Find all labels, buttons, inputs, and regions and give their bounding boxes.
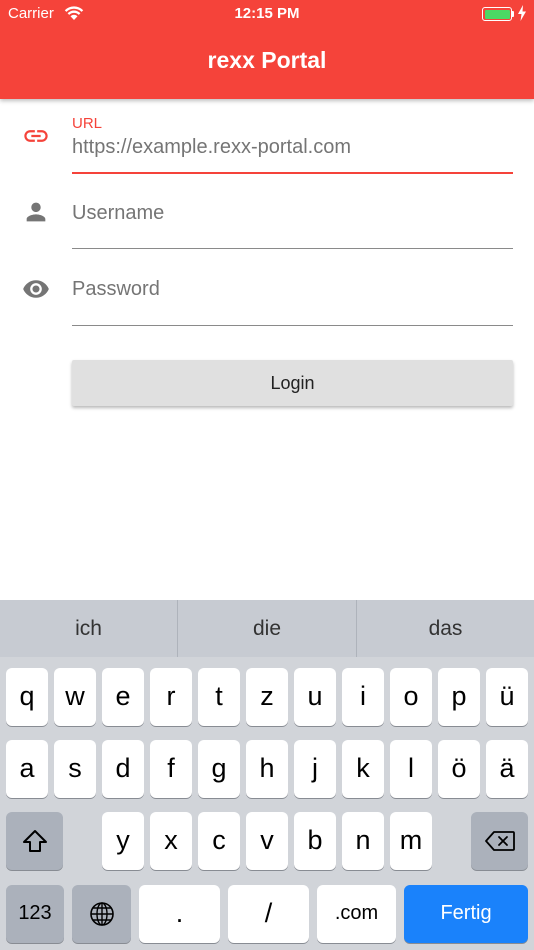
key-c[interactable]: c (198, 812, 240, 870)
key-x[interactable]: x (150, 812, 192, 870)
key-n[interactable]: n (342, 812, 384, 870)
key-o[interactable]: o (390, 668, 432, 726)
password-field[interactable]: Password (72, 276, 513, 328)
key-y[interactable]: y (102, 812, 144, 870)
key-t[interactable]: t (198, 668, 240, 726)
battery-icon (482, 7, 512, 21)
keyboard: ich die das q w e r t z u i o p ü a s d … (0, 600, 534, 950)
key-m[interactable]: m (390, 812, 432, 870)
suggestion-2[interactable]: die (178, 600, 356, 657)
shift-key[interactable] (6, 812, 63, 870)
key-p[interactable]: p (438, 668, 480, 726)
globe-key[interactable] (72, 885, 131, 943)
key-j[interactable]: j (294, 740, 336, 798)
person-icon (26, 202, 46, 222)
backspace-key[interactable] (471, 812, 528, 870)
key-i[interactable]: i (342, 668, 384, 726)
suggestion-bar: ich die das (0, 600, 534, 657)
url-label: URL (72, 115, 103, 132)
numbers-key[interactable]: 123 (6, 885, 64, 943)
period-key[interactable]: . (139, 885, 220, 943)
username-input[interactable]: Username (72, 202, 513, 225)
status-bar: Carrier 12:15 PM (0, 0, 534, 28)
username-underline (72, 248, 513, 249)
done-key[interactable]: Fertig (404, 885, 528, 943)
link-icon (24, 130, 48, 142)
eye-icon[interactable] (22, 275, 50, 303)
slash-key[interactable]: / (228, 885, 309, 943)
key-u[interactable]: u (294, 668, 336, 726)
app-bar: Carrier 12:15 PM rexx Portal (0, 0, 534, 99)
clock: 12:15 PM (234, 5, 300, 22)
key-d[interactable]: d (102, 740, 144, 798)
key-a-umlaut[interactable]: ä (486, 740, 528, 798)
shift-icon (22, 830, 47, 852)
charging-bolt-icon (518, 5, 526, 21)
globe-icon (89, 902, 114, 926)
dotcom-key[interactable]: .com (317, 885, 396, 943)
key-z[interactable]: z (246, 668, 288, 726)
key-e[interactable]: e (102, 668, 144, 726)
password-input[interactable]: Password (72, 278, 513, 301)
backspace-icon (484, 831, 515, 851)
key-g[interactable]: g (198, 740, 240, 798)
key-u-umlaut[interactable]: ü (486, 668, 528, 726)
key-l[interactable]: l (390, 740, 432, 798)
key-a[interactable]: a (6, 740, 48, 798)
page-title: rexx Portal (207, 47, 327, 73)
url-field[interactable]: URL https://example.rexx-portal.com (72, 115, 513, 177)
key-k[interactable]: k (342, 740, 384, 798)
battery-tip (512, 11, 514, 17)
username-field[interactable]: Username (72, 200, 513, 252)
key-s[interactable]: s (54, 740, 96, 798)
key-h[interactable]: h (246, 740, 288, 798)
suggestion-1[interactable]: ich (0, 600, 177, 657)
key-o-umlaut[interactable]: ö (438, 740, 480, 798)
suggestion-3[interactable]: das (357, 600, 534, 657)
url-underline (72, 172, 513, 174)
key-q[interactable]: q (6, 668, 48, 726)
key-w[interactable]: w (54, 668, 96, 726)
login-button[interactable]: Login (72, 360, 513, 406)
url-input[interactable]: https://example.rexx-portal.com (72, 136, 513, 159)
key-b[interactable]: b (294, 812, 336, 870)
key-v[interactable]: v (246, 812, 288, 870)
key-r[interactable]: r (150, 668, 192, 726)
password-underline (72, 325, 513, 326)
key-f[interactable]: f (150, 740, 192, 798)
